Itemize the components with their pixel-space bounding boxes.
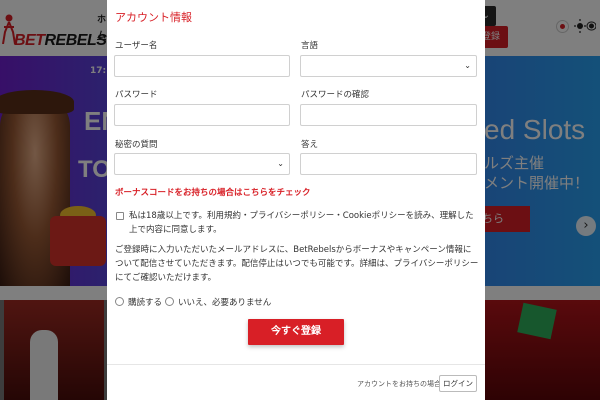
username-input[interactable] [114,55,290,77]
existing-account-text: アカウントをお持ちの場合は [357,380,448,388]
password-confirm-input[interactable] [300,104,477,126]
chevron-down-icon: ⌄ [277,159,284,168]
registration-modal: アカウント情報 ユーザー名 言語 ⌄ パスワード パスワードの確認 秘密の質問 … [107,0,485,400]
chevron-down-icon: ⌄ [464,61,471,70]
password-input[interactable] [114,104,290,126]
secret-question-select[interactable]: ⌄ [114,153,290,175]
subscribe-no-radio[interactable] [165,297,174,306]
password-confirm-label: パスワードの確認 [301,90,370,100]
answer-input[interactable] [300,153,477,175]
footer-divider [107,364,485,365]
age-terms-consent-text: 私は18歳以上です。利用規約・プライバシーポリシー・Cookieポリシーを読み、… [129,211,474,235]
password-label: パスワード [115,90,158,100]
register-now-button[interactable]: 今すぐ登録 [248,319,344,345]
subscribe-yes-label[interactable]: 購読する [128,296,162,308]
marketing-notice-text: ご登録時に入力いただいたメールアドレスに、BetRebelsからボーナスやキャン… [115,245,479,283]
subscribe-no-label[interactable]: いいえ、必要ありません [178,296,271,308]
age-terms-checkbox[interactable] [116,212,124,220]
bonus-code-link[interactable]: ボーナスコードをお持ちの場合はこちらをチェック [115,186,311,198]
username-label: ユーザー名 [115,41,158,51]
language-label: 言語 [301,41,319,51]
subscribe-yes-radio[interactable] [115,297,124,306]
answer-label: 答え [301,140,319,150]
secret-question-label: 秘密の質問 [115,140,158,150]
language-select[interactable]: ⌄ [300,55,477,77]
login-button[interactable]: ログイン [439,375,477,392]
modal-title: アカウント情報 [115,11,192,24]
